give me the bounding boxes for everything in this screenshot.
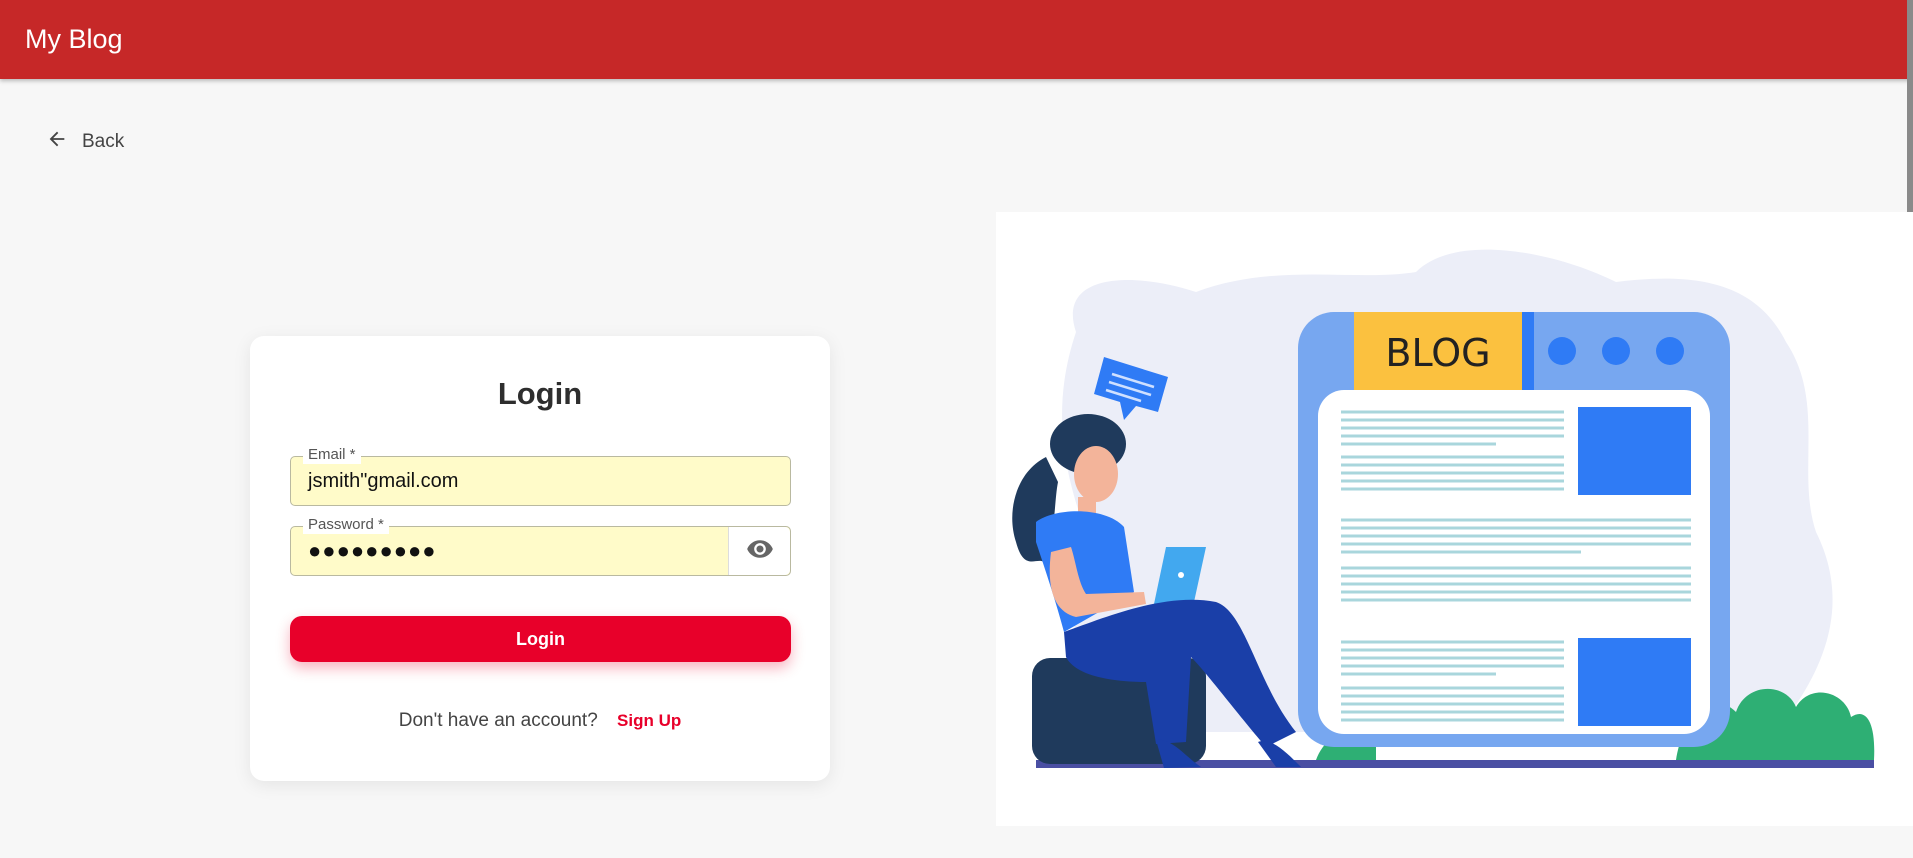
blog-illustration-graphic: BLOG xyxy=(1012,249,1875,768)
email-field[interactable]: Email * jsmith"gmail.com xyxy=(290,446,791,506)
blog-illustration: BLOG xyxy=(996,212,1913,826)
toggle-password-visibility-button[interactable] xyxy=(728,527,790,575)
signup-row: Don't have an account? Sign Up xyxy=(250,710,830,732)
app-bar: My Blog xyxy=(0,0,1913,79)
eye-icon xyxy=(746,535,774,568)
back-button[interactable]: Back xyxy=(38,124,132,160)
password-field[interactable]: Password * ●●●●●●●●● xyxy=(290,516,791,576)
email-input[interactable]: jsmith"gmail.com xyxy=(308,457,458,505)
signup-link[interactable]: Sign Up xyxy=(617,711,681,730)
signup-prompt: Don't have an account? xyxy=(398,710,598,731)
password-input[interactable]: ●●●●●●●●● xyxy=(308,527,437,575)
login-card: Login Email * jsmith"gmail.com Password … xyxy=(250,336,830,781)
app-title[interactable]: My Blog xyxy=(25,24,123,55)
blog-sign-text: BLOG xyxy=(1385,331,1490,375)
arrow-left-icon xyxy=(46,128,68,156)
back-label: Back xyxy=(82,131,125,152)
login-button[interactable]: Login xyxy=(290,616,791,662)
login-title: Login xyxy=(497,376,583,411)
